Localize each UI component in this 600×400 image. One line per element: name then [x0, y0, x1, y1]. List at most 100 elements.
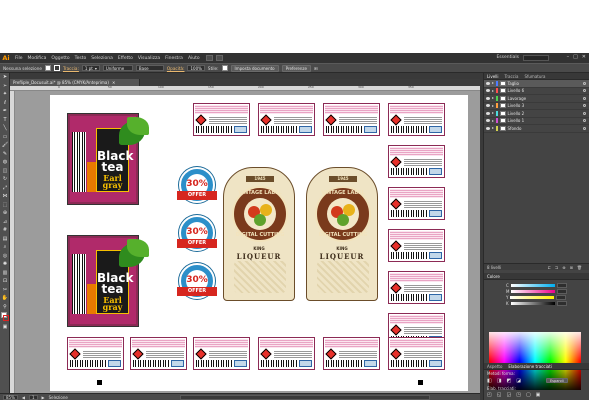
pathfinder-buttons[interactable]: ◰ ◱ ◲ ◳ ▢ ▣	[487, 392, 540, 398]
tab-layers[interactable]: Livelli	[487, 73, 499, 79]
tab-appearance[interactable]: Aspetto	[487, 363, 502, 369]
canvas-area[interactable]: Black tea Earl gray Black tea Earl gray …	[15, 91, 480, 393]
product-label[interactable]	[388, 187, 445, 220]
paintbrush-tool-icon[interactable]: 🖌	[0, 141, 10, 150]
artboard[interactable]: Black tea Earl gray Black tea Earl gray …	[50, 95, 468, 391]
screen-mode-icon[interactable]: ▣	[0, 323, 10, 332]
opacity-label[interactable]: Opacità:	[167, 66, 185, 71]
workspace-switcher[interactable]: Essentials	[496, 55, 519, 60]
tab-color[interactable]: Colore	[487, 273, 500, 279]
zoom-tool-icon[interactable]: ⚲	[0, 303, 10, 312]
pen-tool-icon[interactable]: ✒	[0, 107, 10, 116]
tea-label[interactable]: Black tea Earl gray	[67, 113, 149, 205]
layer-row[interactable]: Lavorage	[484, 95, 589, 103]
selection-tool-icon[interactable]: ➤	[0, 73, 10, 82]
menu-help[interactable]: Aiuto	[188, 56, 200, 61]
shape-builder-tool-icon[interactable]: ⊕	[0, 209, 10, 218]
graphic-style-swatch[interactable]	[221, 65, 228, 71]
product-label[interactable]	[67, 337, 124, 370]
stroke-weight-field[interactable]: 1 pt ▾	[81, 65, 100, 71]
product-label[interactable]	[258, 337, 315, 370]
tea-label[interactable]: Black tea Earl gray	[67, 235, 149, 327]
offer-badge[interactable]: 30% OFFER	[177, 215, 217, 259]
rotate-tool-icon[interactable]: ↻	[0, 175, 10, 184]
layer-row[interactable]: Livello 6	[484, 88, 589, 95]
opacity-field[interactable]: 100%	[187, 65, 205, 71]
layer-row[interactable]: Livello 2	[484, 110, 589, 118]
tab-pathfinder[interactable]: Elaborazione tracciati	[508, 363, 551, 369]
zoom-field[interactable]: 85%	[3, 394, 18, 400]
tab-stroke[interactable]: Traccia	[505, 73, 519, 79]
menu-select[interactable]: Seleziona	[91, 56, 113, 61]
stroke-label[interactable]: Traccia:	[63, 66, 79, 71]
layer-actions-icons[interactable]: ⊏⊐⊕⊞🗑	[548, 264, 586, 271]
arrange-icon[interactable]: ⊞	[314, 66, 318, 71]
free-transform-tool-icon[interactable]: ⬚	[0, 201, 10, 210]
slice-tool-icon[interactable]: ✂	[0, 286, 10, 295]
hand-tool-icon[interactable]: ✋	[0, 294, 10, 303]
layer-row[interactable]: Livello 3	[484, 103, 589, 110]
document-setup-button[interactable]: Imposta documento	[230, 64, 279, 72]
type-tool-icon[interactable]: T	[0, 116, 10, 125]
layer-row[interactable]: Sfondo	[484, 125, 589, 133]
artboard-tool-icon[interactable]: ⊡	[0, 277, 10, 286]
document-tab[interactable]: Prefliple_Docusuit.ai* @ 85% (CMYK/Antep…	[10, 79, 140, 86]
product-label[interactable]	[323, 337, 380, 370]
menu-type[interactable]: Testo	[75, 56, 87, 61]
horizontal-scrollbar[interactable]	[180, 395, 430, 400]
rectangle-tool-icon[interactable]: ▭	[0, 133, 10, 142]
product-label[interactable]	[388, 337, 445, 370]
vintage-label[interactable]: 1945 VINTAGE LABEL DIGITAL CUTTING KING …	[306, 167, 378, 301]
layer-row[interactable]: Livello 1	[484, 118, 589, 125]
maximize-icon[interactable]: □	[573, 54, 578, 60]
scale-tool-icon[interactable]: ⤢	[0, 184, 10, 193]
expand-button[interactable]: Espandi	[545, 378, 568, 383]
width-tool-icon[interactable]: ⋈	[0, 192, 10, 201]
arrange-documents-icon[interactable]	[215, 55, 223, 61]
minimize-icon[interactable]: –	[567, 54, 570, 60]
symbol-sprayer-tool-icon[interactable]: ✺	[0, 260, 10, 269]
search-input[interactable]	[523, 55, 549, 61]
product-label[interactable]	[130, 337, 187, 370]
lasso-tool-icon[interactable]: ℓ	[0, 99, 10, 108]
product-label[interactable]	[193, 337, 250, 370]
mesh-tool-icon[interactable]: #	[0, 226, 10, 235]
product-label[interactable]	[193, 103, 250, 136]
artboard-nav-next-icon[interactable]: ▶	[42, 395, 45, 400]
layer-row[interactable]: Taglio	[484, 80, 589, 88]
menu-object[interactable]: Oggetto	[51, 56, 69, 61]
eyedropper-tool-icon[interactable]: ⌕	[0, 243, 10, 252]
tab-gradient[interactable]: Sfumatura	[524, 73, 545, 79]
product-label[interactable]	[388, 229, 445, 262]
menu-edit[interactable]: Modifica	[28, 56, 47, 61]
direct-selection-tool-icon[interactable]: ➢	[0, 82, 10, 91]
artboard-nav-prev-icon[interactable]: ◀	[22, 395, 25, 400]
gradient-tool-icon[interactable]: ▤	[0, 235, 10, 244]
line-tool-icon[interactable]: ╲	[0, 124, 10, 133]
variable-width-profile[interactable]: Uniforme	[102, 65, 133, 71]
offer-badge[interactable]: 30% OFFER	[177, 263, 217, 307]
menu-effect[interactable]: Effetto	[118, 56, 133, 61]
offer-badge[interactable]: 30% OFFER	[177, 167, 217, 211]
preferences-button[interactable]: Preferenze	[281, 64, 311, 72]
bridge-icon[interactable]	[205, 55, 213, 61]
eraser-tool-icon[interactable]: ◫	[0, 167, 10, 176]
menu-file[interactable]: File	[15, 56, 23, 61]
artboard-number-field[interactable]: 1	[28, 394, 38, 400]
stroke-swatch[interactable]	[53, 65, 60, 71]
vintage-label[interactable]: 1945 VINTAGE LABEL DIGITAL CUTTING KING …	[223, 167, 295, 301]
brush-definition[interactable]: Base	[135, 65, 164, 71]
blob-brush-tool-icon[interactable]: ◍	[0, 158, 10, 167]
black-slider[interactable]: K	[484, 300, 589, 306]
product-label[interactable]	[388, 145, 445, 178]
product-label[interactable]	[258, 103, 315, 136]
perspective-grid-tool-icon[interactable]: ⊿	[0, 218, 10, 227]
blend-tool-icon[interactable]: ◎	[0, 252, 10, 261]
product-label[interactable]	[388, 271, 445, 304]
fill-swatch[interactable]	[44, 65, 51, 71]
menu-view[interactable]: Visualizza	[138, 56, 160, 61]
magic-wand-tool-icon[interactable]: ✦	[0, 90, 10, 99]
pencil-tool-icon[interactable]: ✎	[0, 150, 10, 159]
fill-stroke-selector[interactable]	[0, 311, 10, 323]
shape-modes-buttons[interactable]: ◧ ◨ ◩ ◪ Espandi	[487, 378, 568, 384]
